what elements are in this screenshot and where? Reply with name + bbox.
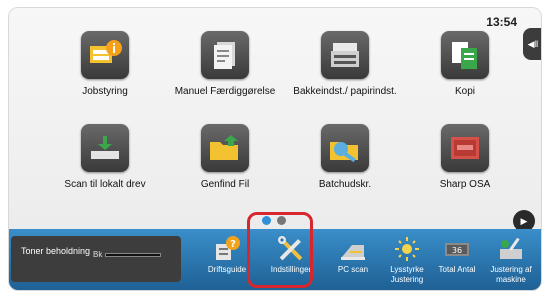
tile-label: Genfind Fil — [200, 179, 250, 190]
tile-scan-til-lokalt-drev[interactable]: Scan til lokalt drev — [53, 124, 157, 191]
main-area: 13:54 ◀‖ Jobstyring Manuel Færdiggørelse… — [9, 8, 541, 232]
sharp-osa-icon — [441, 124, 489, 172]
page-dot-1[interactable] — [262, 216, 271, 225]
tile-label: Jobstyring — [82, 86, 128, 97]
toner-gauge-fill — [106, 254, 160, 256]
clock: 13:54 — [486, 15, 517, 29]
scan-to-local-drive-icon — [81, 124, 129, 172]
tile-label: Batchudskr. — [318, 179, 372, 190]
toner-gauge — [105, 253, 161, 257]
tile-label: Scan til lokalt drev — [64, 179, 146, 190]
operation-guide-icon: ? — [212, 235, 242, 263]
justering-af-maskine-button[interactable]: Justering af maskine — [479, 229, 541, 290]
machine-adjustment-icon — [496, 235, 526, 263]
bar-item-label: Indstillinger — [270, 265, 312, 274]
page-indicator — [262, 212, 292, 230]
tile-genfind-fil[interactable]: Genfind Fil — [173, 124, 277, 191]
toner-label: Toner beholdning — [21, 246, 91, 256]
tray-settings-icon — [321, 31, 369, 79]
tile-bakkeindst[interactable]: Bakkeindst./ papirindst. — [293, 31, 397, 98]
tile-sharp-osa[interactable]: Sharp OSA — [413, 124, 517, 191]
driftsguide-button[interactable]: ? Driftsguide — [195, 229, 259, 290]
tile-manuel-faerdiggoerelse[interactable]: Manuel Færdiggørelse — [173, 31, 277, 98]
batch-print-icon — [321, 124, 369, 172]
side-tab-button[interactable]: ◀‖ — [523, 28, 541, 60]
toner-status: Toner beholdning Bk — [11, 236, 181, 282]
toner-channel: Bk — [93, 250, 103, 259]
brightness-icon — [392, 235, 422, 263]
indstillinger-button[interactable]: Indstillinger — [259, 229, 323, 290]
bottom-bar: Toner beholdning Bk ? Driftsguide Indsti… — [9, 229, 541, 290]
tile-jobstyring[interactable]: Jobstyring — [53, 31, 157, 98]
retrieve-file-icon — [201, 124, 249, 172]
bar-item-label: Driftsguide — [207, 265, 247, 274]
tile-label: Sharp OSA — [439, 179, 491, 190]
copy-icon — [441, 31, 489, 79]
svg-text:36: 36 — [452, 246, 462, 255]
total-count-icon: 36 — [442, 235, 472, 263]
tile-label: Bakkeindst./ papirindst. — [293, 86, 397, 97]
tile-label: Kopi — [454, 86, 475, 97]
manual-finishing-icon — [201, 31, 249, 79]
job-status-icon — [81, 31, 129, 79]
tile-label: Manuel Færdiggørelse — [174, 86, 276, 97]
home-screen: 13:54 ◀‖ Jobstyring Manuel Færdiggørelse… — [8, 7, 542, 291]
tile-batchudskr[interactable]: Batchudskr. — [293, 124, 397, 191]
pc-scan-icon — [338, 235, 368, 263]
svg-text:?: ? — [230, 239, 236, 250]
page-dot-2[interactable] — [277, 216, 286, 225]
settings-tools-icon — [276, 235, 306, 263]
tile-kopi[interactable]: Kopi — [413, 31, 517, 98]
bar-item-label: Justering af maskine — [490, 265, 532, 284]
